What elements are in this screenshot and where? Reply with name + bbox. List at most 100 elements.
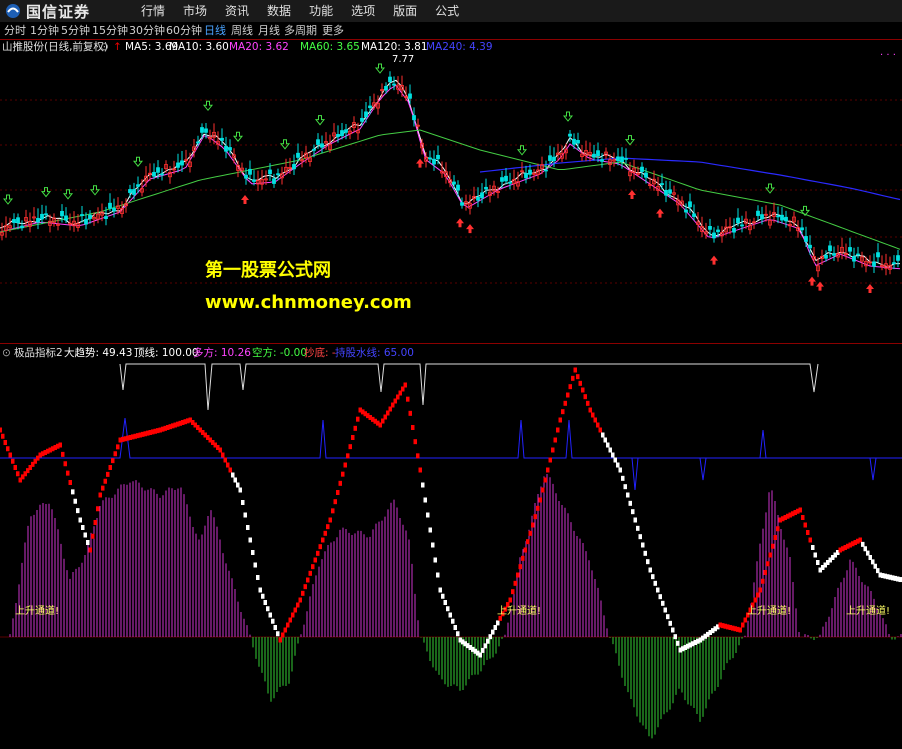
trend-point <box>623 484 627 490</box>
chart-canvas[interactable]: · · · <box>0 0 902 749</box>
candle-body <box>452 181 456 185</box>
trend-point <box>666 614 670 620</box>
candle-body <box>876 252 880 258</box>
trend-point <box>116 444 120 450</box>
trend-point <box>286 622 290 628</box>
candle-body <box>104 216 108 219</box>
trend-point <box>571 375 575 381</box>
candle-body <box>156 167 160 173</box>
sell-arrow-icon <box>374 63 386 74</box>
candle-body <box>616 156 620 162</box>
trend-point <box>648 567 652 573</box>
trend-point <box>331 508 335 514</box>
trend-point <box>353 425 357 431</box>
trend-point <box>236 482 240 488</box>
candle-body <box>508 181 512 184</box>
candle-body <box>412 115 416 121</box>
candle-body <box>596 150 600 157</box>
candle-body <box>312 148 316 151</box>
trend-point <box>496 620 500 626</box>
trend-point <box>763 570 767 575</box>
trend-point <box>248 537 252 543</box>
trend-point <box>283 627 287 633</box>
trend-value: 大趋势: 49.43 <box>64 347 133 359</box>
trend-point <box>811 545 815 550</box>
trend-point <box>221 452 225 458</box>
candle-body <box>360 117 364 122</box>
trend-point <box>581 387 585 393</box>
trend-point <box>261 593 265 599</box>
collapse-sub-icon[interactable]: ⊙ <box>2 346 11 360</box>
candle-body <box>272 178 276 184</box>
candle-body <box>252 179 256 182</box>
trend-point <box>546 467 550 473</box>
candle-body <box>500 177 504 182</box>
trend-point <box>418 467 422 473</box>
trend-point <box>563 400 567 406</box>
candle-body <box>132 189 136 195</box>
candle-body <box>872 261 876 267</box>
trend-point <box>356 416 360 422</box>
trend-point <box>673 634 677 640</box>
candle-body <box>800 227 804 231</box>
trend-point <box>421 482 425 488</box>
trend-point <box>58 442 62 448</box>
trend-point <box>6 446 10 452</box>
trend-point <box>488 634 492 640</box>
trend-point <box>103 478 107 484</box>
trend-point <box>491 629 495 635</box>
watermark: 第一股票公式网 www.chnmoney.com <box>205 256 412 313</box>
trend-point <box>641 542 645 548</box>
buy-arrow-icon <box>466 224 474 234</box>
candle-body <box>660 183 664 185</box>
trend-point <box>303 584 307 590</box>
trend-point <box>511 589 515 595</box>
candle-body <box>108 202 112 209</box>
buy-arrow-icon <box>456 218 464 228</box>
trend-point <box>323 530 327 536</box>
trend-point <box>113 451 117 457</box>
trend-point <box>448 612 452 618</box>
candle-body <box>128 189 132 193</box>
candle-body <box>736 217 740 224</box>
trend-point <box>591 412 595 418</box>
trend-point <box>3 440 7 445</box>
candle-body <box>544 169 548 172</box>
trend-point <box>561 409 565 415</box>
trend-point <box>431 542 435 548</box>
candle-body <box>408 93 412 99</box>
bear-value: 空方: -0.00 <box>252 347 308 359</box>
candle-body <box>64 215 68 221</box>
candle-body <box>732 227 736 233</box>
trend-point <box>813 552 817 558</box>
trend-point <box>291 612 295 618</box>
pane-divider[interactable] <box>0 343 902 344</box>
trend-point <box>13 465 17 470</box>
trend-point <box>73 498 77 504</box>
trend-point <box>643 550 647 556</box>
trend-point <box>93 520 97 525</box>
trend-point <box>633 517 637 523</box>
trend-point <box>426 512 430 518</box>
trend-point <box>513 580 517 586</box>
trend-point <box>738 627 742 633</box>
trend-point <box>68 480 72 485</box>
candle-body <box>624 158 628 160</box>
candle-body <box>268 169 272 175</box>
channel-label: 上升通道! <box>846 606 891 617</box>
candle-body <box>528 169 532 175</box>
trend-point <box>773 535 777 540</box>
trend-point <box>668 620 672 626</box>
candle-body <box>136 184 140 187</box>
trend-point <box>256 575 260 580</box>
trend-point <box>536 505 540 511</box>
trend-point <box>403 382 407 388</box>
trend-point <box>71 489 75 495</box>
candle-body <box>896 255 900 261</box>
sell-arrow-icon <box>232 131 244 143</box>
trend-point <box>268 612 272 618</box>
trend-point <box>481 647 485 653</box>
trend-point <box>526 539 530 545</box>
candle-body <box>688 201 692 208</box>
trend-point <box>271 618 275 624</box>
